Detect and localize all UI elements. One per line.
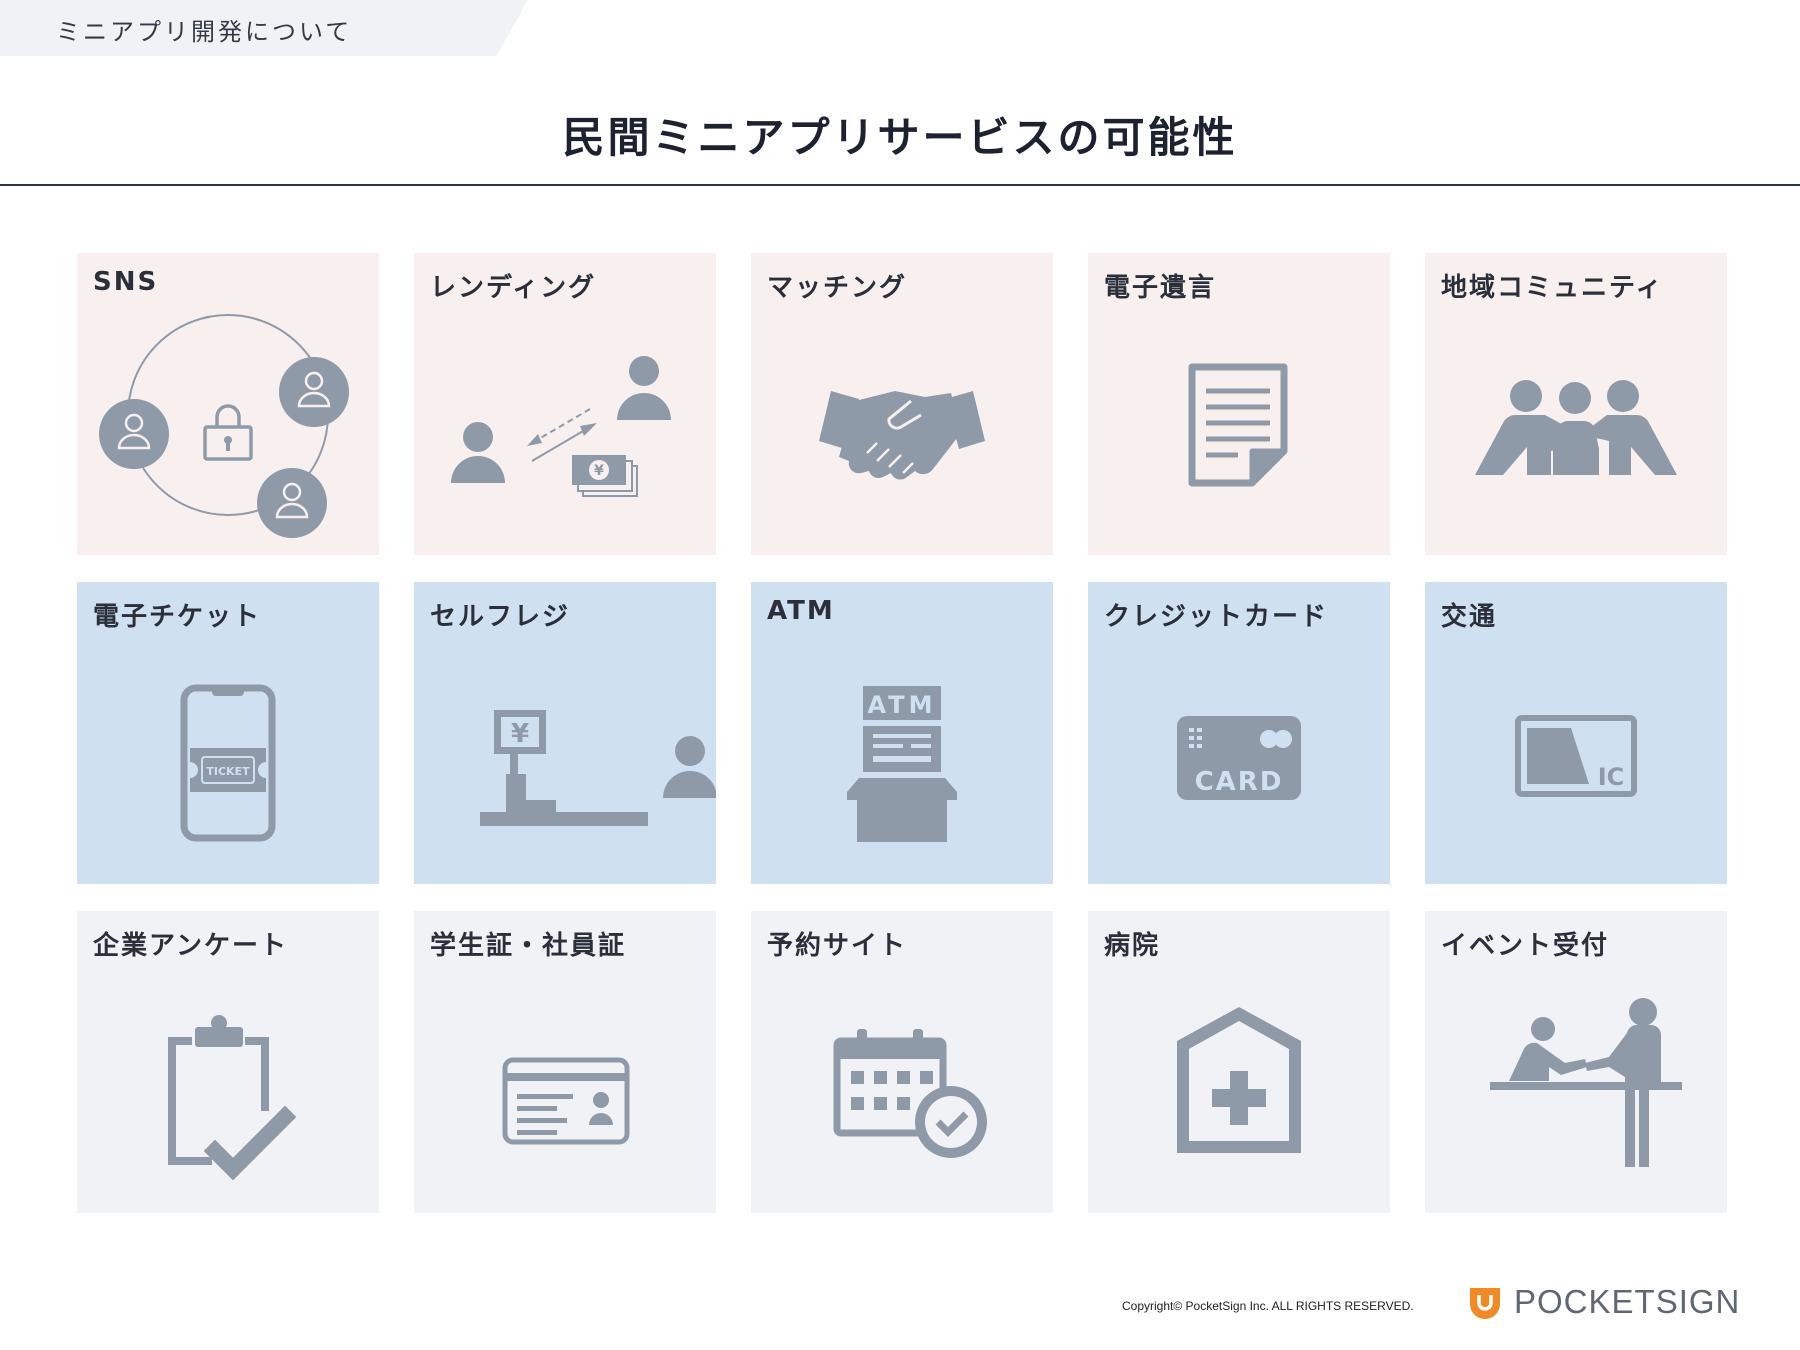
section-tab: ミニアプリ開発について	[0, 0, 528, 56]
card-label: クレジットカード	[1104, 602, 1329, 632]
card-e-will: 電子遺言	[1088, 253, 1390, 555]
card-event-reception: イベント受付	[1425, 911, 1727, 1213]
ticket-text: TICKET	[206, 765, 250, 778]
yen-text: ¥	[511, 719, 529, 749]
card-survey: 企業アンケート	[77, 911, 379, 1213]
card-label: SNS	[93, 267, 159, 297]
ic-text: IC	[1598, 763, 1625, 791]
card-label: 病院	[1104, 931, 1161, 961]
card-hospital: 病院	[1088, 911, 1390, 1213]
bill-yen-text: ¥	[594, 463, 604, 479]
atm-text: ATM	[868, 691, 937, 719]
pocketsign-logo-icon	[1470, 1288, 1500, 1319]
card-sns: SNS	[77, 253, 379, 555]
card-label: イベント受付	[1441, 931, 1610, 961]
network-lock-icon	[99, 314, 349, 538]
card-lending: ¥ レンディング	[414, 253, 716, 555]
card-e-ticket: TICKET 電子チケット	[77, 582, 379, 884]
card-text: CARD	[1195, 767, 1284, 797]
atm-icon: ATM	[847, 686, 957, 842]
card-self-checkout: ¥ セルフレジ	[414, 582, 716, 884]
card-id: 学生証・社員証	[414, 911, 716, 1213]
card-credit-card: CARD クレジットカード	[1088, 582, 1390, 884]
title-divider	[0, 184, 1800, 186]
card-atm: ATM ATM	[751, 582, 1053, 884]
service-grid: SNS ¥ レンディング マッチング 電子遺言 地域コミュニティ TICKET …	[77, 253, 1727, 1213]
card-label: 地域コミュニティ	[1441, 273, 1664, 303]
page-title: 民間ミニアプリサービスの可能性	[562, 113, 1238, 162]
card-label: セルフレジ	[430, 602, 571, 632]
card-label: 予約サイト	[767, 931, 908, 961]
card-label: 交通	[1441, 602, 1498, 632]
copyright-text: Copyright© PocketSign Inc. ALL RIGHTS RE…	[1122, 1299, 1414, 1313]
card-label: 電子遺言	[1104, 273, 1217, 303]
card-label: 企業アンケート	[93, 931, 288, 961]
card-booking: 予約サイト	[751, 911, 1053, 1213]
section-tab-label: ミニアプリ開発について	[56, 18, 353, 46]
card-transport: IC 交通	[1425, 582, 1727, 884]
card-label: 電子チケット	[93, 602, 262, 632]
card-label: ATM	[767, 596, 835, 626]
card-label: マッチング	[767, 273, 908, 303]
brand-name: POCKETSIGN	[1514, 1283, 1741, 1320]
card-matching: マッチング	[751, 253, 1053, 555]
card-label: 学生証・社員証	[430, 931, 627, 961]
card-community: 地域コミュニティ	[1425, 253, 1727, 555]
card-label: レンディング	[430, 273, 597, 303]
